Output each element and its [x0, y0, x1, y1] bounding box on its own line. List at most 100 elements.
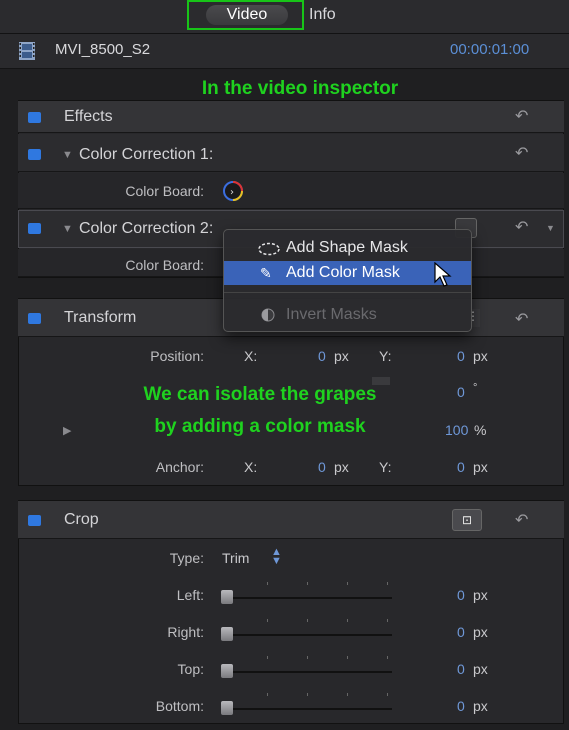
- crop-type-label: Type:: [169, 550, 204, 566]
- slider-tick: [387, 582, 388, 585]
- dropdown-arrow-icon[interactable]: ▼: [546, 223, 555, 233]
- menu-item-add-shape-mask[interactable]: Add Shape Mask: [224, 236, 471, 260]
- annotation-line-2: by adding a color mask: [154, 416, 366, 437]
- clip-duration: 00:00:01:00: [450, 41, 530, 58]
- reset-icon[interactable]: ↶: [515, 309, 528, 329]
- crop-row-unit: px: [473, 624, 488, 640]
- crop-row-value[interactable]: 0: [457, 661, 465, 677]
- disclosure-triangle-icon[interactable]: ▼: [62, 149, 73, 161]
- slider-tick: [387, 693, 388, 696]
- position-x-label: X:: [244, 348, 258, 364]
- transform-title: Transform: [64, 309, 137, 326]
- scale-value[interactable]: 100: [445, 422, 468, 438]
- crop-type-value[interactable]: Trim: [222, 550, 249, 566]
- anchor-y-unit: px: [473, 459, 488, 475]
- slider-tick: [347, 619, 348, 622]
- shape-mask-icon: [258, 242, 280, 256]
- rotation-value[interactable]: 0: [457, 384, 465, 400]
- disclosure-triangle-icon[interactable]: ▼: [62, 223, 73, 235]
- reset-icon[interactable]: ↶: [515, 106, 528, 126]
- menu-label-invert-masks: Invert Masks: [286, 306, 377, 323]
- cc1-board-label: Color Board:: [125, 183, 204, 199]
- anchor-label: Anchor:: [155, 459, 204, 475]
- effects-title: Effects: [64, 108, 113, 125]
- slider-tick: [347, 582, 348, 585]
- crop-row-label: Bottom:: [155, 698, 204, 714]
- position-x-value[interactable]: 0: [318, 348, 326, 364]
- crop-header: [18, 501, 564, 539]
- position-y-value[interactable]: 0: [457, 348, 465, 364]
- crop-slider-track[interactable]: [222, 708, 392, 710]
- annotation-video-inspector: In the video inspector: [201, 78, 399, 99]
- menu-label-add-shape-mask: Add Shape Mask: [286, 239, 408, 256]
- crop-row-value[interactable]: 0: [457, 624, 465, 640]
- reset-icon[interactable]: ↶: [515, 143, 528, 163]
- position-label: Position:: [150, 348, 204, 364]
- reset-icon[interactable]: ↶: [515, 217, 528, 237]
- anchor-x-label: X:: [244, 459, 258, 475]
- invert-masks-icon: [261, 308, 275, 322]
- slider-tick: [347, 656, 348, 659]
- crop-slider-knob[interactable]: [221, 627, 233, 641]
- crop-row-label: Right:: [167, 624, 204, 640]
- reset-icon[interactable]: ↶: [515, 510, 528, 530]
- anchor-y-label: Y:: [379, 459, 392, 475]
- menu-item-invert-masks: Invert Masks: [224, 303, 471, 327]
- crop-slider-track[interactable]: [222, 597, 392, 599]
- crop-row-label: Left:: [176, 587, 204, 603]
- slider-tick: [267, 656, 268, 659]
- slider-tick: [307, 582, 308, 585]
- crop-slider-knob[interactable]: [221, 664, 233, 678]
- slider-tick: [267, 693, 268, 696]
- color-board-icon[interactable]: ›: [222, 180, 244, 202]
- crop-slider-track[interactable]: [222, 671, 392, 673]
- effects-enable-checkbox[interactable]: [28, 112, 41, 123]
- crop-row-unit: px: [473, 587, 488, 603]
- anchor-y-value[interactable]: 0: [457, 459, 465, 475]
- slider-tick: [387, 656, 388, 659]
- crop-row-unit: px: [473, 698, 488, 714]
- crop-overlay-icon[interactable]: ⊡: [452, 509, 482, 531]
- transform-enable-checkbox[interactable]: [28, 313, 41, 324]
- stepper-arrows-icon[interactable]: ▲ ▼: [271, 547, 282, 567]
- crop-slider-knob[interactable]: [221, 701, 233, 715]
- cc2-board-label: Color Board:: [125, 257, 204, 273]
- scale-disclosure-icon[interactable]: ▶: [63, 424, 71, 437]
- crop-row-value[interactable]: 0: [457, 587, 465, 603]
- crop-row-label: Top:: [177, 661, 204, 677]
- cc2-title: Color Correction 2:: [79, 220, 214, 237]
- slider-tick: [267, 582, 268, 585]
- slider-tick: [387, 619, 388, 622]
- film-strip-icon: [19, 42, 35, 60]
- cc2-enable-checkbox[interactable]: [28, 223, 41, 234]
- crop-row-unit: px: [473, 661, 488, 677]
- menu-separator: [224, 292, 471, 293]
- clip-name: MVI_8500_S2: [55, 41, 151, 58]
- slider-tick: [267, 619, 268, 622]
- crop-slider-track[interactable]: [222, 634, 392, 636]
- menu-label-add-color-mask: Add Color Mask: [286, 264, 400, 281]
- mouse-pointer-icon: [434, 262, 452, 287]
- anchor-x-value[interactable]: 0: [318, 459, 326, 475]
- cc1-enable-checkbox[interactable]: [28, 149, 41, 160]
- eyedropper-icon: ✎: [260, 265, 272, 281]
- slider-tick: [307, 619, 308, 622]
- scale-unit: %: [474, 422, 487, 438]
- position-x-unit: px: [334, 348, 349, 364]
- slider-tick: [307, 656, 308, 659]
- rotation-unit: °: [473, 382, 478, 394]
- position-y-unit: px: [473, 348, 488, 364]
- crop-slider-knob[interactable]: [221, 590, 233, 604]
- slider-tick: [307, 693, 308, 696]
- slider-tick: [347, 693, 348, 696]
- annotation-line-1: We can isolate the grapes: [143, 384, 377, 405]
- crop-enable-checkbox[interactable]: [28, 515, 41, 526]
- tab-info[interactable]: Info: [309, 6, 336, 24]
- tab-video[interactable]: Video: [206, 5, 288, 25]
- svg-text:›: ›: [230, 187, 234, 198]
- crop-title: Crop: [64, 511, 99, 528]
- anchor-x-unit: px: [334, 459, 349, 475]
- cc1-title: Color Correction 1:: [79, 146, 214, 163]
- crop-row-value[interactable]: 0: [457, 698, 465, 714]
- position-y-label: Y:: [379, 348, 392, 364]
